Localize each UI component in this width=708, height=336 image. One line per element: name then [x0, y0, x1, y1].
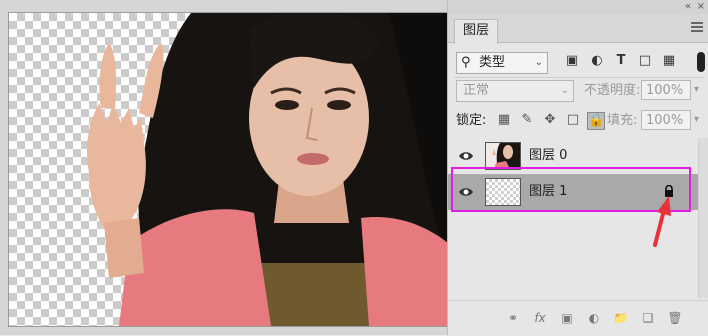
lock-image-pixels-icon[interactable]: ✎: [519, 112, 535, 128]
fill-dropdown-icon[interactable]: ▾: [694, 114, 699, 125]
shape-filter-icon[interactable]: □: [638, 54, 652, 68]
smart-object-filter-icon[interactable]: ▦: [662, 54, 676, 68]
lock-all-icon[interactable]: 🔒: [587, 112, 605, 130]
photo-image: [87, 13, 448, 326]
opacity-dropdown-icon[interactable]: ▾: [694, 84, 699, 95]
type-filter-icon[interactable]: T: [614, 54, 628, 68]
chevron-down-icon: ⌄: [534, 57, 543, 68]
blend-mode-select[interactable]: 正常 ⌄: [456, 80, 574, 102]
layers-scrollbar[interactable]: [698, 138, 708, 298]
fill-field[interactable]: 100%: [641, 110, 691, 130]
lock-position-icon[interactable]: ✥: [542, 112, 558, 128]
panel-menu-icon[interactable]: [691, 22, 703, 34]
lock-artboard-icon[interactable]: □: [565, 112, 581, 128]
search-icon: ⚲: [461, 55, 471, 70]
canvas-area[interactable]: [0, 0, 449, 335]
adjustment-filter-icon[interactable]: ◐: [590, 54, 604, 68]
filter-toggle-icon[interactable]: [697, 52, 705, 72]
lock-transparent-pixels-icon[interactable]: ▦: [496, 112, 512, 128]
close-icon[interactable]: ×: [697, 0, 705, 14]
trash-icon[interactable]: 🗑: [667, 310, 683, 326]
divider: [454, 77, 704, 78]
adjustment-icon[interactable]: ◐: [586, 310, 602, 326]
panel-top-strip: « ×: [448, 0, 708, 14]
layer-filter-select[interactable]: ⚲ 类型 ⌄: [456, 52, 548, 74]
layer-thumbnail: [485, 142, 521, 170]
tab-layers[interactable]: 图层: [454, 19, 499, 44]
folder-icon[interactable]: 📁: [613, 310, 629, 326]
fill-label: 填充:: [607, 113, 638, 128]
chevron-down-icon: ⌄: [560, 85, 569, 96]
panel-tab-bar: 图层: [448, 14, 708, 44]
image-filter-icon[interactable]: ▣: [565, 54, 579, 68]
document-canvas[interactable]: [8, 12, 449, 327]
layers-bottom-bar: ⚭ fx ▣ ◐ 📁 ❏ 🗑: [448, 300, 708, 336]
link-icon[interactable]: ⚭: [505, 310, 521, 326]
mask-icon[interactable]: ▣: [559, 310, 575, 326]
opacity-label: 不透明度:: [584, 83, 641, 98]
new-layer-icon[interactable]: ❏: [640, 310, 656, 326]
eye-icon[interactable]: [458, 149, 474, 163]
opacity-field[interactable]: 100%: [641, 80, 691, 100]
collapse-icon[interactable]: «: [685, 0, 691, 14]
fx-icon[interactable]: fx: [532, 310, 548, 326]
filter-label: 类型: [479, 55, 506, 70]
lock-label: 锁定:: [456, 113, 487, 128]
blend-mode-value: 正常: [463, 83, 490, 98]
red-arrow-annotation: [653, 196, 671, 247]
